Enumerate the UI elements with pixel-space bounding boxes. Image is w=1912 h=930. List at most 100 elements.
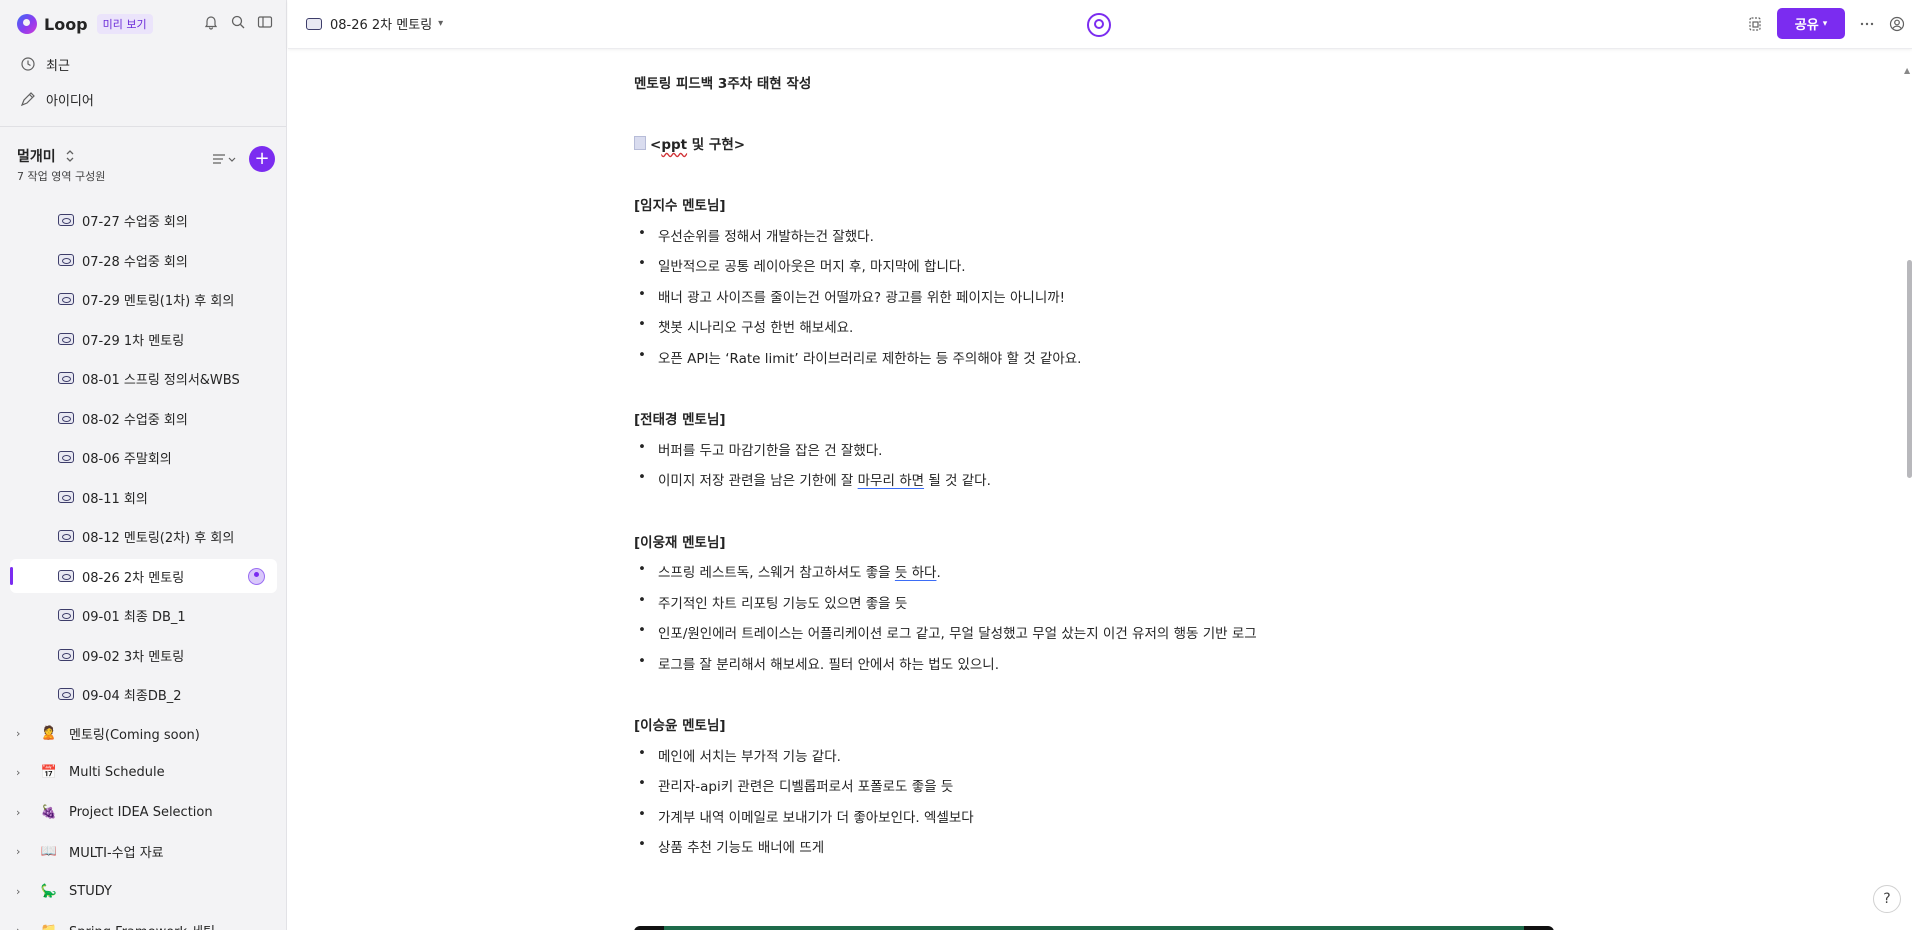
page-item-label: 08-06 주말회의 xyxy=(82,451,172,467)
sidebar-top-icons xyxy=(203,14,273,30)
loop-logo-icon xyxy=(17,14,37,34)
workspace-item-label: STUDY xyxy=(69,883,112,899)
list-item: 가계부 내역 이메일로 보내기가 더 좋아보인다. 엑셀보다 xyxy=(634,806,974,826)
page-item[interactable]: 07-27 수업중 회의 xyxy=(10,203,277,237)
copy-component-icon[interactable] xyxy=(1747,16,1763,32)
page-item-label: 07-29 1차 멘토링 xyxy=(82,333,185,349)
list-item: 스프링 레스트독, 스웨거 참고하셔도 좋을 듯 하다. xyxy=(634,561,941,581)
page-item[interactable]: 07-29 1차 멘토링 xyxy=(10,322,277,356)
loop-page-icon xyxy=(58,649,74,661)
calendar-icon: 📅 xyxy=(40,764,58,780)
chevron-right-icon[interactable]: › xyxy=(16,885,30,898)
add-page-button[interactable]: + xyxy=(249,146,275,172)
loop-page-icon xyxy=(58,451,74,463)
workspace-item-label: MULTI-수업 자료 xyxy=(69,845,164,861)
list-item: 배너 광고 사이즈를 줄이는건 어떨까요? 광고를 위한 페이지는 아니니까! xyxy=(634,286,1065,306)
section-title: [이웅재 멘토님] xyxy=(634,535,726,551)
loop-page-icon xyxy=(58,609,74,621)
page-item[interactable]: 08-02 수업중 회의 xyxy=(10,401,277,435)
loop-page-icon xyxy=(58,333,74,345)
page-item-label: 07-27 수업중 회의 xyxy=(82,214,188,230)
workspace-item[interactable]: › 📁 Spring Framework 세팅 xyxy=(10,913,277,930)
more-options-icon[interactable] xyxy=(1859,16,1875,32)
loop-page-icon xyxy=(58,412,74,424)
document-heading: 멘토링 피드백 3주차 태현 작성 xyxy=(634,76,812,92)
list-item-text: 될 것 같다. xyxy=(924,473,991,489)
scroll-up-arrow-icon[interactable]: ▲ xyxy=(1904,66,1910,75)
chevron-right-icon[interactable]: › xyxy=(16,845,30,858)
share-button[interactable]: 공유 ▾ xyxy=(1777,8,1845,39)
workspace-switcher[interactable]: 멀개미 xyxy=(17,146,78,166)
workspace-item[interactable]: › 🍇 Project IDEA Selection xyxy=(10,795,277,829)
embedded-media[interactable] xyxy=(634,926,1554,930)
workspace-actions: + xyxy=(211,146,275,172)
workspace-item[interactable]: › 🦕 STUDY xyxy=(10,874,277,908)
page-item[interactable]: 09-01 최종 DB_1 xyxy=(10,598,277,632)
account-icon[interactable] xyxy=(1889,16,1905,32)
panel-toggle-icon[interactable] xyxy=(257,14,273,30)
page-item[interactable]: 07-28 수업중 회의 xyxy=(10,243,277,277)
loop-page-icon xyxy=(58,254,74,266)
sidebar: Loop 미리 보기 최근 아이디어 멀개미 7 작업 영역 구성원 + 07-… xyxy=(0,0,287,930)
chevron-right-icon[interactable]: › xyxy=(16,806,30,819)
top-bar: 08-26 2차 멘토링 ▾ 공유 ▾ xyxy=(288,0,1912,49)
list-item: 우선순위를 정해서 개발하는건 잘했다. xyxy=(634,225,874,245)
page-item-active[interactable]: 08-26 2차 멘토링 xyxy=(10,559,277,593)
workspace-item-label: Project IDEA Selection xyxy=(69,804,213,820)
page-item-label: 07-28 수업중 회의 xyxy=(82,254,188,270)
page-item[interactable]: 08-11 회의 xyxy=(10,480,277,514)
list-item: 관리자-api키 관련은 디벨롭퍼로서 포폴로도 좋을 듯 xyxy=(634,775,953,795)
page-item[interactable]: 07-29 멘토링(1차) 후 회의 xyxy=(10,282,277,316)
workspace-item[interactable]: › 🙎 멘토링(Coming soon) xyxy=(10,716,277,750)
sort-list-icon[interactable] xyxy=(211,151,237,167)
chevron-down-icon: ▾ xyxy=(438,18,444,29)
page-item-label: 09-02 3차 멘토링 xyxy=(82,649,185,665)
workspace-members[interactable]: 7 작업 영역 구성원 xyxy=(17,168,105,184)
clock-icon xyxy=(20,56,36,72)
person-icon: 🙎 xyxy=(40,725,58,741)
bell-icon[interactable] xyxy=(203,14,219,30)
list-item: 메인에 서치는 부가적 기능 같다. xyxy=(634,745,841,765)
loop-page-icon xyxy=(306,17,322,30)
workspace-name: 멀개미 xyxy=(17,149,56,165)
help-button-label: ? xyxy=(1883,891,1891,907)
document-title-menu[interactable]: 08-26 2차 멘토링 ▾ xyxy=(306,14,443,33)
page-item[interactable]: 09-02 3차 멘토링 xyxy=(10,638,277,672)
grapes-icon: 🍇 xyxy=(40,804,58,820)
list-item: 상품 추천 기능도 배너에 뜨게 xyxy=(634,836,824,856)
page-item[interactable]: 08-06 주말회의 xyxy=(10,440,277,474)
chevron-right-icon[interactable]: › xyxy=(16,766,30,779)
nav-ideas[interactable]: 아이디어 xyxy=(20,89,94,109)
chevron-right-icon[interactable]: › xyxy=(16,727,30,740)
page-item[interactable]: 08-01 스프링 정의서&WBS xyxy=(10,361,277,395)
brand[interactable]: Loop 미리 보기 xyxy=(17,12,153,36)
loop-page-icon xyxy=(58,293,74,305)
book-icon: 📖 xyxy=(40,843,58,859)
loop-page-icon xyxy=(58,214,74,226)
nav-recent[interactable]: 최근 xyxy=(20,54,70,74)
chevron-right-icon[interactable]: › xyxy=(16,924,30,930)
search-icon[interactable] xyxy=(230,14,246,30)
list-item-underlined: 듯 하다 xyxy=(894,565,937,581)
loop-page-icon xyxy=(58,570,74,582)
list-item-text: . xyxy=(936,565,941,581)
loop-page-icon xyxy=(58,491,74,503)
list-item: 로그를 잘 분리해서 해보세요. 필터 안에서 하는 법도 있으니. xyxy=(634,653,999,673)
page-item-label: 08-12 멘토링(2차) 후 회의 xyxy=(82,530,235,546)
nav-ideas-label: 아이디어 xyxy=(46,93,94,109)
page-item[interactable]: 08-12 멘토링(2차) 후 회의 xyxy=(10,519,277,553)
help-button[interactable]: ? xyxy=(1873,885,1901,913)
document-canvas: 멘토링 피드백 3주차 태현 작성 <ppt 및 구현> [임지수 멘토님] 우… xyxy=(288,50,1912,930)
workspace-item[interactable]: › 📅 Multi Schedule xyxy=(10,755,277,789)
sidebar-divider xyxy=(0,126,286,127)
list-item: 이미지 저장 관련을 남은 기한에 잘 마무리 하면 될 것 같다. xyxy=(634,469,991,489)
page-item[interactable]: 09-04 최종DB_2 xyxy=(10,677,277,711)
page-item-label: 08-26 2차 멘토링 xyxy=(82,570,185,586)
collaborator-avatar[interactable] xyxy=(1087,13,1111,37)
workspace-item[interactable]: › 📖 MULTI-수업 자료 xyxy=(10,834,277,868)
dinosaur-icon: 🦕 xyxy=(40,883,58,899)
list-item-text: 스프링 레스트독, 스웨거 참고하셔도 좋을 xyxy=(658,565,895,581)
scrollbar-thumb[interactable] xyxy=(1907,260,1912,478)
workspace-item-label: Spring Framework 세팅 xyxy=(69,921,215,930)
ppt-heading-open: < xyxy=(650,137,662,153)
